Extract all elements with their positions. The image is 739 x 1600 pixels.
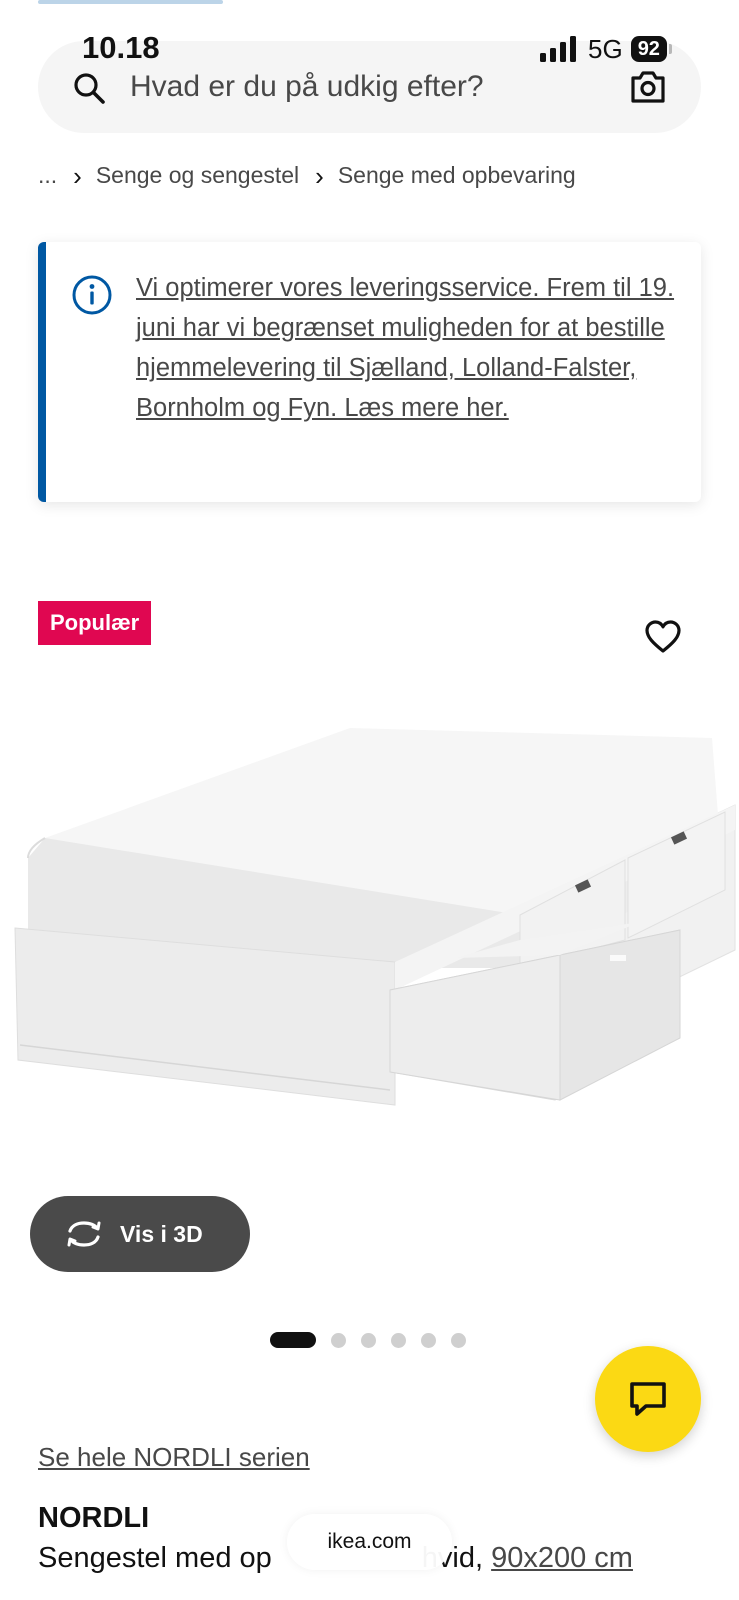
info-icon bbox=[72, 275, 112, 315]
carousel-dot-2[interactable] bbox=[331, 1332, 346, 1348]
heart-icon[interactable] bbox=[645, 620, 681, 654]
popular-badge: Populær bbox=[38, 601, 152, 645]
product-page: 10.18 5G 92 ... › Senge og sengestel › S… bbox=[0, 0, 739, 1600]
product-description-text: Sengestel med op bbox=[38, 1542, 272, 1574]
series-link[interactable]: Se hele NORDLI serien bbox=[38, 1442, 310, 1473]
breadcrumb-ellipsis[interactable]: ... bbox=[38, 162, 57, 189]
image-carousel-dots bbox=[270, 1332, 481, 1348]
status-indicators: 5G 92 bbox=[540, 34, 672, 64]
browser-url-pill[interactable]: ikea.com bbox=[287, 1514, 452, 1570]
delivery-info-banner: Vi optimerer vores leveringsservice. Fre… bbox=[38, 242, 701, 502]
breadcrumb-item-senge-og-sengestel[interactable]: Senge og sengestel bbox=[96, 162, 299, 189]
battery-cap bbox=[668, 44, 672, 54]
breadcrumb-item-senge-med-opbevaring[interactable]: Senge med opbevaring bbox=[338, 162, 576, 189]
carousel-dot-6[interactable] bbox=[451, 1332, 466, 1348]
network-label: 5G bbox=[588, 33, 623, 64]
product-image[interactable] bbox=[0, 700, 739, 1180]
battery-level: 92 bbox=[630, 36, 667, 62]
camera-icon[interactable] bbox=[629, 69, 667, 105]
carousel-dot-5[interactable] bbox=[421, 1332, 436, 1348]
chat-button[interactable] bbox=[595, 1346, 701, 1452]
product-size-link[interactable]: 90x200 cm bbox=[491, 1542, 633, 1574]
chat-icon bbox=[630, 1382, 666, 1416]
battery-indicator: 92 bbox=[630, 36, 672, 62]
view-3d-label: Vis i 3D bbox=[120, 1220, 203, 1247]
chevron-right-icon: › bbox=[73, 160, 82, 191]
signal-icon bbox=[540, 36, 576, 62]
search-input[interactable] bbox=[130, 65, 600, 109]
delivery-info-link[interactable]: Vi optimerer vores leveringsservice. Fre… bbox=[136, 268, 691, 428]
carousel-dot-3[interactable] bbox=[361, 1332, 376, 1348]
status-time: 10.18 bbox=[82, 30, 160, 65]
breadcrumb: ... › Senge og sengestel › Senge med opb… bbox=[38, 162, 576, 189]
carousel-dot-4[interactable] bbox=[391, 1332, 406, 1348]
chevron-right-icon: › bbox=[315, 160, 324, 191]
view-3d-button[interactable]: Vis i 3D bbox=[30, 1196, 250, 1272]
carousel-dot-1[interactable] bbox=[270, 1332, 316, 1348]
product-name: NORDLI bbox=[38, 1502, 150, 1534]
rotate-3d-icon bbox=[67, 1221, 101, 1247]
search-icon[interactable] bbox=[72, 71, 106, 105]
top-accent-line bbox=[38, 0, 223, 4]
